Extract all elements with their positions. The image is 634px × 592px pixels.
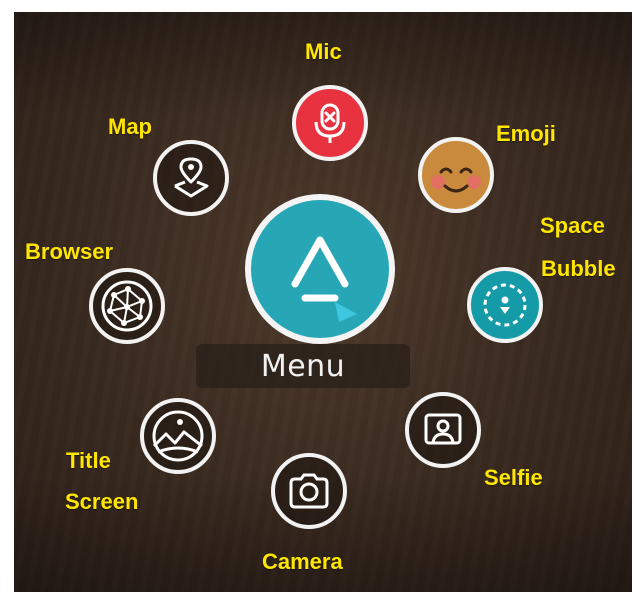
emoji-label: Emoji — [496, 121, 556, 146]
space-bubble-label-line2: Bubble — [541, 256, 616, 281]
title-screen-label-line2: Screen — [65, 489, 139, 514]
landscape-icon — [152, 410, 204, 462]
mic-label: Mic — [305, 39, 342, 64]
title-screen-label-line1: Title — [66, 448, 111, 473]
menu-label: Menu — [260, 348, 346, 384]
menu-label-box: Menu — [196, 344, 410, 388]
space-bubble-button[interactable] — [467, 267, 543, 343]
menu-logo-icon — [291, 236, 357, 322]
title-screen-button[interactable] — [140, 398, 216, 474]
map-pin-icon — [174, 157, 209, 198]
camera-icon — [289, 473, 329, 509]
mic-button[interactable] — [292, 85, 368, 161]
space-bubble-label-line1: Space — [540, 213, 605, 238]
selfie-icon — [424, 413, 462, 445]
emoji-button[interactable] — [418, 137, 494, 213]
menu-button[interactable] — [245, 194, 395, 344]
mic-off-icon — [314, 103, 346, 143]
browser-label: Browser — [25, 239, 114, 264]
map-label: Map — [108, 114, 152, 139]
camera-button[interactable] — [271, 453, 347, 529]
network-globe-icon — [101, 280, 153, 332]
smiley-face-icon — [431, 167, 481, 193]
browser-button[interactable] — [89, 268, 165, 344]
map-button[interactable] — [153, 140, 229, 216]
selfie-label: Selfie — [484, 465, 543, 490]
camera-label: Camera — [262, 549, 343, 574]
selfie-button[interactable] — [405, 392, 481, 468]
space-bubble-icon — [483, 283, 527, 327]
